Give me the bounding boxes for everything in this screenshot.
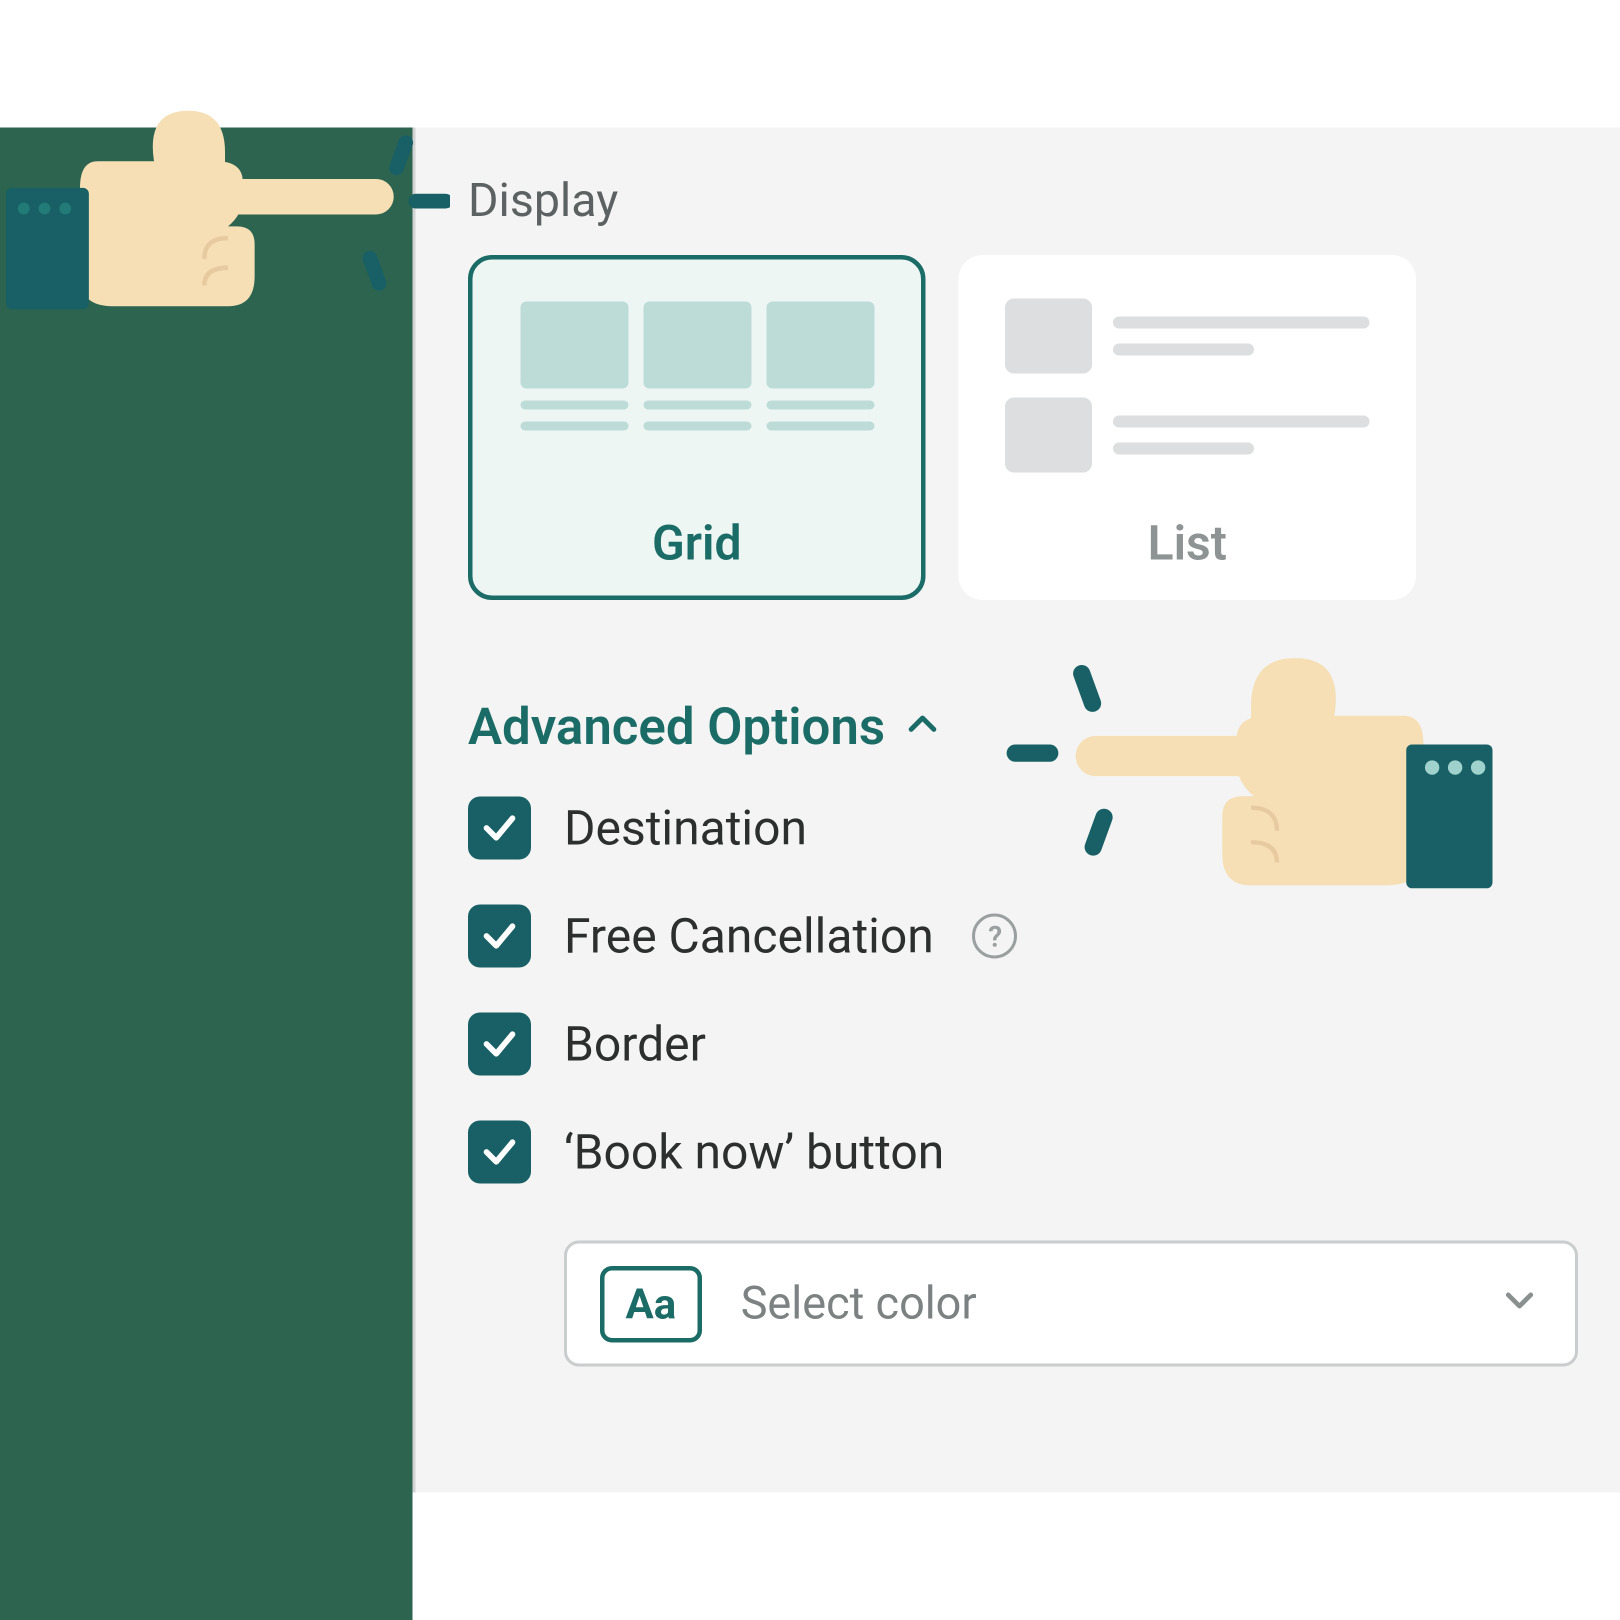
checkbox-free-cancellation[interactable] <box>468 905 531 968</box>
chevron-up-icon <box>903 698 942 758</box>
display-option-list[interactable]: List <box>959 255 1417 600</box>
option-border-label: Border <box>564 1016 706 1073</box>
checkbox-book-now[interactable] <box>468 1121 531 1184</box>
grid-preview-icon <box>509 290 886 431</box>
option-destination-label: Destination <box>564 800 807 857</box>
color-select[interactable]: Aa Select color <box>564 1241 1578 1367</box>
option-free-cancellation: Free Cancellation ? <box>468 905 1578 968</box>
display-option-list-label: List <box>999 515 1376 572</box>
option-border: Border <box>468 1013 1578 1076</box>
advanced-options-label: Advanced Options <box>468 698 885 758</box>
option-book-now-label: ‘Book now’ button <box>564 1124 944 1181</box>
text-color-icon: Aa <box>600 1265 702 1342</box>
option-book-now: ‘Book now’ button <box>468 1121 1578 1184</box>
checkbox-destination[interactable] <box>468 797 531 860</box>
display-section-label: Display <box>468 173 1578 229</box>
advanced-options-list: Destination Free Cancellation ? Border <box>468 797 1578 1184</box>
checkbox-border[interactable] <box>468 1013 531 1076</box>
color-select-placeholder: Select color <box>741 1277 1458 1330</box>
chevron-down-icon <box>1497 1278 1542 1329</box>
decorative-green-block <box>0 128 413 1620</box>
list-preview-icon <box>999 290 1376 473</box>
display-option-grid[interactable]: Grid <box>468 255 926 600</box>
help-icon[interactable]: ? <box>973 914 1018 959</box>
display-options: Grid List <box>468 255 1578 600</box>
option-destination: Destination <box>468 797 1578 860</box>
settings-panel: Display Grid <box>413 128 1620 1493</box>
advanced-options-toggle[interactable]: Advanced Options <box>468 698 1578 758</box>
option-free-cancellation-label: Free Cancellation <box>564 908 934 965</box>
display-option-grid-label: Grid <box>509 515 886 572</box>
